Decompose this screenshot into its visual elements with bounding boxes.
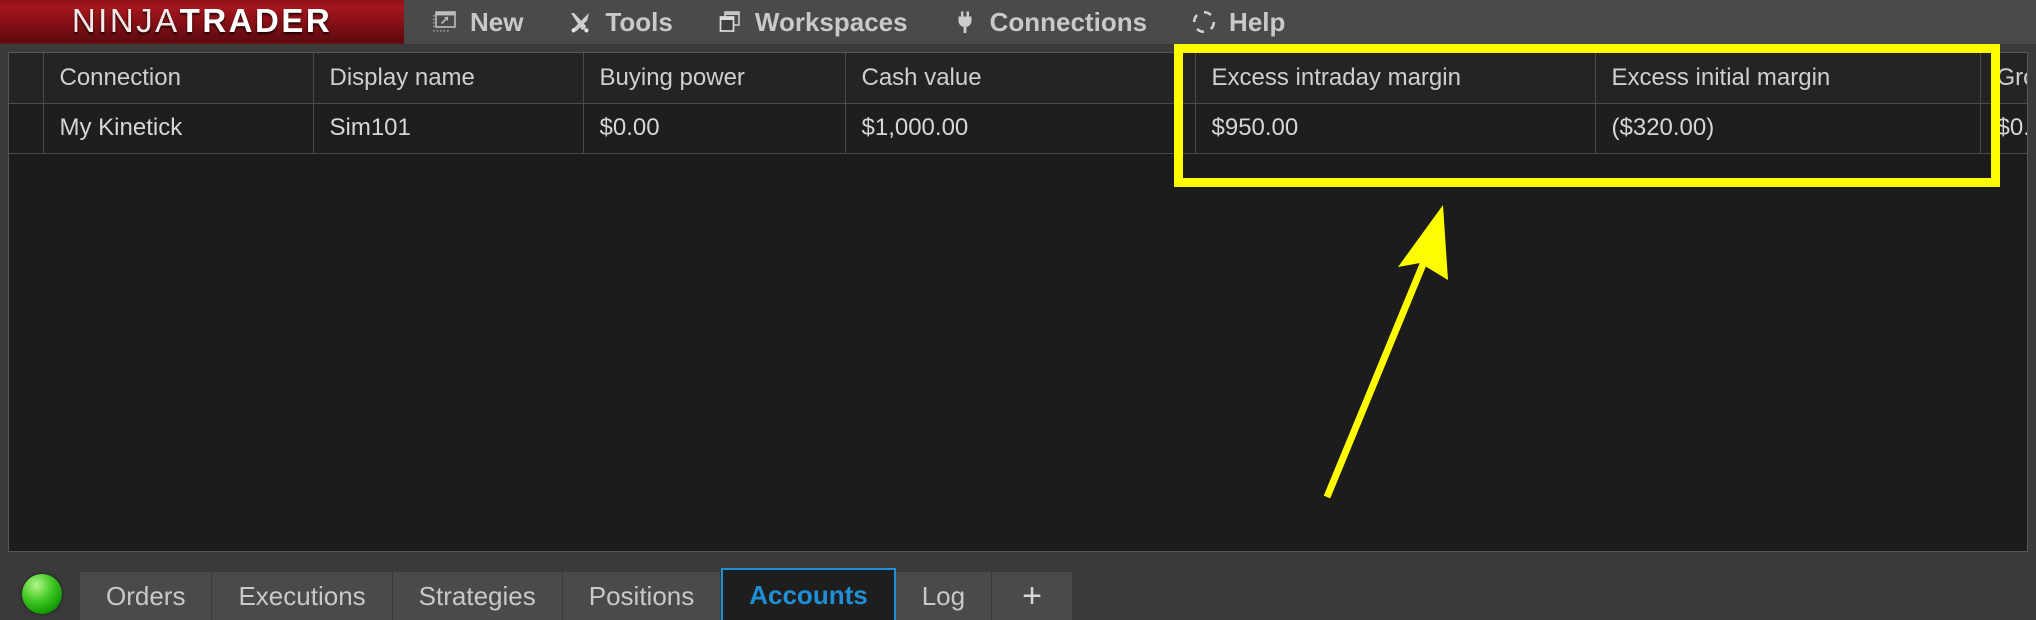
- cell-excess-initial-margin: ($320.00): [1595, 103, 1981, 154]
- tab-accounts[interactable]: Accounts: [721, 568, 896, 620]
- column-header-gross[interactable]: Gro: [1980, 53, 2027, 104]
- new-window-icon: [433, 11, 456, 32]
- column-header-cash-value[interactable]: Cash value: [845, 53, 1196, 104]
- logo-text-ninja: NINJA: [71, 2, 180, 39]
- column-header-display-name[interactable]: Display name: [313, 53, 584, 104]
- accounts-table: Connection Display name Buying power Cas…: [9, 53, 2027, 154]
- ninjatrader-logo: NINJATRADER: [0, 0, 404, 44]
- column-header-excess-intraday-margin[interactable]: Excess intraday margin: [1195, 53, 1596, 104]
- tools-icon: [571, 13, 590, 33]
- logo-text-trader: TRADER: [179, 2, 333, 39]
- table-row[interactable]: My Kinetick Sim101 $0.00 $1,000.00 $950.…: [9, 103, 2027, 154]
- menu-item-workspaces[interactable]: Workspaces: [717, 0, 908, 44]
- menu-item-connections[interactable]: Connections: [952, 0, 1147, 44]
- menu-items: New Tools Workspaces Connections Help: [404, 0, 1285, 44]
- column-header-buying-power[interactable]: Buying power: [583, 53, 846, 104]
- cell-display-name: Sim101: [313, 103, 584, 154]
- row-selector-header: [9, 53, 44, 104]
- tab-executions[interactable]: Executions: [212, 572, 393, 620]
- plug-icon: [958, 11, 972, 33]
- column-header-connection[interactable]: Connection: [43, 53, 314, 104]
- help-circle-icon: [1192, 10, 1216, 34]
- tab-strategies[interactable]: Strategies: [392, 572, 563, 620]
- cell-gross: $0.0: [1980, 103, 2027, 154]
- tab-positions[interactable]: Positions: [562, 572, 722, 620]
- row-selector-cell[interactable]: [9, 103, 44, 154]
- add-tab-button[interactable]: +: [992, 572, 1073, 620]
- menu-item-tools[interactable]: Tools: [567, 0, 673, 44]
- bottom-tab-bar: Orders Executions Strategies Positions A…: [0, 564, 2036, 620]
- top-menu-bar: NINJATRADER New Tools Workspaces Connect…: [0, 0, 2036, 44]
- accounts-panel: Connection Display name Buying power Cas…: [0, 44, 2036, 564]
- logo-text: NINJATRADER: [72, 2, 332, 40]
- menu-item-help[interactable]: Help: [1191, 0, 1285, 44]
- menu-item-tools-label: Tools: [605, 6, 673, 37]
- accounts-grid: Connection Display name Buying power Cas…: [8, 52, 2028, 552]
- tab-orders[interactable]: Orders: [80, 572, 213, 620]
- menu-item-workspaces-label: Workspaces: [754, 6, 908, 37]
- connection-status-indicator-icon[interactable]: [22, 574, 62, 614]
- menu-item-new-label: New: [470, 6, 524, 37]
- table-header-row: Connection Display name Buying power Cas…: [9, 53, 2027, 104]
- menu-item-new[interactable]: New: [432, 0, 523, 44]
- table-body: My Kinetick Sim101 $0.00 $1,000.00 $950.…: [9, 103, 2027, 154]
- cell-excess-intraday-margin: $950.00: [1195, 103, 1596, 154]
- tab-log[interactable]: Log: [895, 572, 993, 620]
- column-header-excess-initial-margin[interactable]: Excess initial margin: [1595, 53, 1981, 104]
- menu-item-help-label: Help: [1229, 6, 1286, 37]
- cell-buying-power: $0.00: [583, 103, 846, 154]
- table-header: Connection Display name Buying power Cas…: [9, 53, 2027, 104]
- cell-cash-value: $1,000.00: [845, 103, 1196, 154]
- menu-item-connections-label: Connections: [989, 6, 1148, 37]
- ninjatrader-control-center: NINJATRADER New Tools Workspaces Connect…: [0, 0, 2036, 620]
- workspaces-icon: [719, 11, 740, 32]
- cell-connection: My Kinetick: [43, 103, 314, 154]
- tab-list: Orders Executions Strategies Positions A…: [80, 564, 1073, 620]
